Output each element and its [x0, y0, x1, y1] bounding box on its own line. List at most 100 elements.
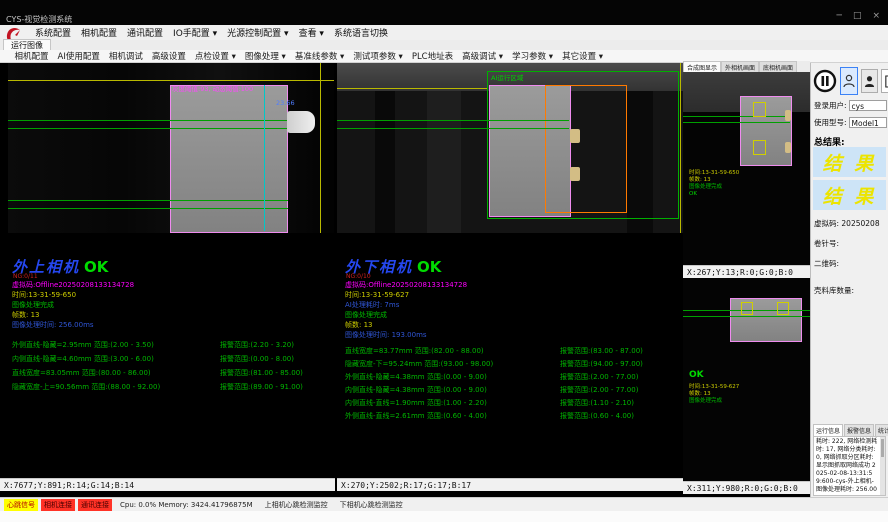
info-tab[interactable]: 报警信息: [844, 424, 874, 436]
measurement-row: 内侧直线-隐藏=4.38mm 范围:(0.00 - 9.00) 报警范围:(2.…: [345, 384, 643, 397]
stock-count-field: 壳料库数量:: [814, 285, 854, 296]
roi-marker: [753, 102, 766, 117]
camera-status-ok: OK: [417, 258, 441, 276]
toolbar-item[interactable]: AI使用配置: [53, 50, 104, 62]
toolbar-item[interactable]: 相机配置: [10, 50, 53, 62]
preview-info-line: 图像处理完成: [689, 398, 739, 405]
measurement-row: 隐藏宽度-下=95.24mm 范围:(93.00 - 98.00) 报警范围:(…: [345, 358, 643, 371]
log-text: 耗时: 222, 网络检测耗时: 17, 网络分类耗时: 0, 网络抓取分区耗时…: [814, 437, 885, 496]
info-tab-strip: 运行信息报警信息统计信息: [813, 424, 888, 436]
menu-item[interactable]: IO手配置 ▾: [168, 26, 222, 39]
preview-tab[interactable]: 合成图显示: [683, 61, 721, 72]
measurement-value: 外侧直线-隐藏=4.38mm 范围:(0.00 - 9.00): [345, 371, 560, 384]
title-bar: CYS-视觉检测系统 ─ □ ×: [0, 0, 888, 25]
camera-info-line: 时间:13-31-59-650: [12, 290, 134, 300]
measurement-row: 直线宽度=83.05mm 范围:(80.00 - 86.00) 报警范围:(81…: [12, 366, 303, 380]
camera-info-line: 图像处理时间: 193.00ms: [345, 330, 467, 340]
roi-marker: [777, 302, 789, 315]
maximize-button[interactable]: □: [853, 11, 862, 21]
virtual-code-field: 虚拟码: 20250208: [814, 218, 880, 229]
menu-item[interactable]: 系统配置: [30, 26, 76, 39]
toolbar-item[interactable]: 相机调试: [104, 50, 147, 62]
left-pixel-coords: X:7677;Y:891;R:14;G:14;B:14: [0, 478, 335, 491]
alarm-range: 报警范围:(89.00 - 91.00): [220, 380, 303, 394]
measurement-value: 内侧直线-隐藏=4.60mm 范围:(3.00 - 6.00): [12, 352, 220, 366]
machine-structure: [375, 91, 395, 233]
measure-line: [8, 200, 288, 201]
camera-info-line: 虚拟码:Offline20250208133134728: [345, 280, 467, 290]
preview-view-1[interactable]: 时间:13-31-59-650帧数: 13图像处理完成OK: [683, 72, 810, 265]
camera-info-line: AI处理耗时: 7ms: [345, 300, 467, 310]
info-tab[interactable]: 运行信息: [813, 424, 843, 436]
measure-tag-label: 23.66: [276, 99, 295, 107]
model-label: 使用型号:: [814, 117, 847, 128]
tab-strip: [0, 40, 888, 50]
measure-line: [337, 128, 569, 129]
result-block-lower: 结 果: [813, 180, 886, 210]
preview-tab-strip: 合成图显示外相机画面底相机画面: [683, 61, 810, 72]
measure-line: [683, 122, 790, 123]
log-panel[interactable]: 耗时: 222, 网络检测耗时: 17, 网络分类耗时: 0, 网络抓取分区耗时…: [813, 436, 886, 496]
toolbar-item[interactable]: PLC地址表: [407, 50, 457, 62]
camera-info-line: 时间:13-31-59-627: [345, 290, 467, 300]
log-scrollbar[interactable]: [880, 437, 885, 495]
preview-info-line: 帧数: 13: [689, 177, 739, 184]
machine-structure: [427, 91, 461, 233]
needle-no-field: 卷针号:: [814, 238, 839, 249]
scrollbar-thumb[interactable]: [881, 439, 884, 457]
model-input[interactable]: Model1: [849, 117, 887, 128]
roi-marker: [753, 140, 766, 155]
toolbar-item[interactable]: 高级设置: [147, 50, 190, 62]
bottom-strip: [0, 511, 888, 522]
toolbar-item[interactable]: 测试项参数 ▾: [349, 50, 407, 62]
menu-item[interactable]: 系统语言切换: [329, 26, 393, 39]
measurement-row: 内侧直线-直线=1.90mm 范围:(1.00 - 2.20) 报警范围:(1.…: [345, 397, 643, 410]
menu-item[interactable]: 光源控制配置 ▾: [222, 26, 293, 39]
preview-tab[interactable]: 底相机画面: [759, 61, 797, 72]
tab-highlight: [785, 110, 791, 121]
toolbar-item[interactable]: 学习参数 ▾: [508, 50, 558, 62]
tab-highlight: [785, 142, 791, 153]
threshold-overlay-label: 灰度阈值:93, 动态阈值:100: [172, 83, 253, 93]
measurement-row: 内侧直线-隐藏=4.60mm 范围:(3.00 - 6.00) 报警范围:(0.…: [12, 352, 303, 366]
toolbar-item[interactable]: 高级调试 ▾: [458, 50, 508, 62]
measurement-row: 外侧直线-隐藏=4.38mm 范围:(0.00 - 9.00) 报警范围:(2.…: [345, 371, 643, 384]
info-tab[interactable]: 统计信息: [875, 424, 888, 436]
detect-zone-box: [545, 85, 627, 213]
overlay-edge-line: [320, 63, 321, 233]
minimize-button[interactable]: ─: [837, 11, 842, 21]
toolbar-item[interactable]: 其它设置 ▾: [558, 50, 608, 62]
gripper-part: [287, 111, 315, 133]
menu-item[interactable]: 相机配置: [76, 26, 122, 39]
alarm-range: 报警范围:(2.00 - 77.00): [560, 371, 638, 384]
exit-button[interactable]: [881, 69, 888, 93]
status-badge: 通讯连接: [78, 499, 112, 511]
admin-user-button[interactable]: [861, 69, 878, 93]
tab-highlight: [570, 167, 580, 181]
heartbeat-monitor-label: 下相机心跳检测监控: [340, 500, 403, 510]
model-row: 使用型号: Model1: [814, 117, 887, 128]
heartbeat-monitors: 上相机心跳检测监控下相机心跳检测监控: [265, 500, 403, 510]
status-bar: 心跳信号相机连接通讯连接 Cpu: 0.0% Memory: 3424.4179…: [0, 497, 888, 511]
measurement-row: 隐藏宽度-上=90.56mm 范围:(88.00 - 92.00) 报警范围:(…: [12, 380, 303, 394]
workpiece-region: [740, 96, 792, 166]
preview-tab[interactable]: 外相机画面: [721, 61, 759, 72]
menu-item[interactable]: 查看 ▾: [294, 26, 329, 39]
preview2-info-lines: 时间:13-31-59-627帧数: 13图像处理完成: [689, 384, 739, 405]
toolbar-item[interactable]: 基准线参数 ▾: [290, 50, 348, 62]
preview-view-2[interactable]: OK 时间:13-31-59-627帧数: 13图像处理完成: [683, 278, 810, 481]
menu-item[interactable]: 通讯配置: [122, 26, 168, 39]
sidebar-buttons: [813, 67, 888, 95]
preview-info-line: 帧数: 13: [689, 391, 739, 398]
mid-camera-view[interactable]: AI运行区域: [337, 63, 683, 233]
alarm-range: 报警范围:(0.60 - 4.00): [560, 410, 634, 423]
login-user-button[interactable]: [840, 67, 858, 95]
toolbar-item[interactable]: 点检设置 ▾: [190, 50, 240, 62]
measurement-value: 隐藏宽度-上=90.56mm 范围:(88.00 - 92.00): [12, 380, 220, 394]
login-user-input[interactable]: cys: [849, 100, 887, 111]
measurement-value: 直线宽度=83.77mm 范围:(82.00 - 88.00): [345, 345, 560, 358]
left-camera-view[interactable]: 灰度阈值:93, 动态阈值:100 23.66: [8, 63, 334, 233]
pause-button[interactable]: [813, 69, 837, 93]
toolbar-item[interactable]: 图像处理 ▾: [240, 50, 290, 62]
close-button[interactable]: ×: [872, 11, 880, 21]
